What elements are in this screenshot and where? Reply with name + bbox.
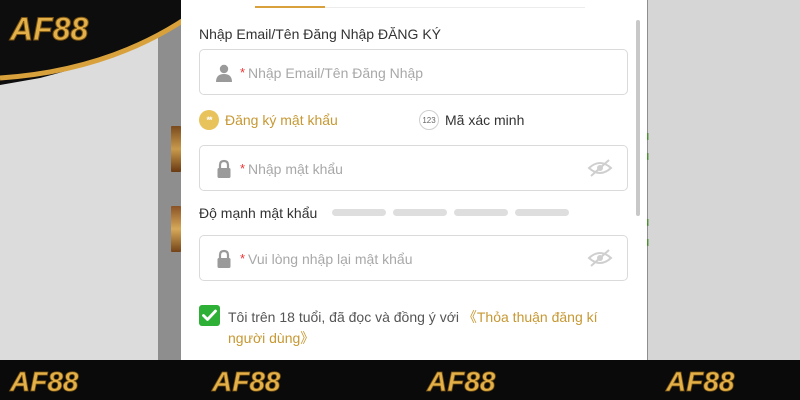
active-tab-indicator — [255, 6, 325, 8]
logo-text: AF88 — [426, 366, 496, 397]
background-right — [648, 0, 800, 360]
password-field[interactable]: * Nhập mật khẩu — [199, 145, 628, 191]
brand-logo: AF88 — [426, 366, 497, 397]
brand-logo: AF88 — [665, 366, 736, 397]
game-thumbnail — [171, 126, 181, 172]
game-thumbnail — [171, 206, 181, 252]
logo-text: AF88 — [9, 366, 79, 397]
register-modal: Nhập Email/Tên Đăng Nhập ĐĂNG KÝ * Nhập … — [181, 0, 647, 360]
strength-segment — [515, 209, 569, 216]
brand-logo: AF88 — [9, 366, 80, 397]
required-mark: * — [240, 251, 246, 266]
logo-text: AF88 — [665, 366, 735, 397]
required-mark: * — [240, 161, 246, 176]
brand-logo: AF88 — [211, 366, 282, 397]
password-strength-label: Độ mạnh mật khẩu — [199, 205, 318, 221]
verification-code-icon: 123 — [419, 110, 439, 130]
eye-slash-icon[interactable] — [587, 248, 613, 268]
lock-icon — [217, 249, 231, 268]
modal-scrollbar[interactable] — [636, 20, 640, 216]
checkmark-icon — [202, 309, 217, 321]
logo-text: AF88 — [211, 366, 281, 397]
username-placeholder: Nhập Email/Tên Đăng Nhập — [248, 65, 424, 81]
strength-segment — [393, 209, 447, 216]
brand-band: AF88 AF88 AF88 AF88 — [0, 360, 800, 400]
confirm-password-field[interactable]: * Vui lòng nhập lại mật khẩu — [199, 235, 628, 281]
tab-divider — [325, 7, 585, 8]
strength-segment — [332, 209, 386, 216]
register-password-label: Đăng ký mật khẩu — [225, 112, 338, 128]
verification-code-option[interactable]: 123 Mã xác minh — [419, 110, 524, 130]
svg-text:AF88: AF88 — [9, 11, 88, 47]
verification-code-label: Mã xác minh — [445, 112, 525, 128]
user-icon — [216, 64, 232, 82]
eye-slash-icon[interactable] — [587, 158, 613, 178]
agreement-checkbox[interactable] — [199, 305, 220, 326]
register-password-option[interactable]: ** Đăng ký mật khẩu — [199, 110, 338, 130]
username-field[interactable]: * Nhập Email/Tên Đăng Nhập — [199, 49, 628, 95]
lock-icon — [217, 159, 231, 178]
password-mode-icon: ** — [199, 110, 219, 130]
form-heading: Nhập Email/Tên Đăng Nhập ĐĂNG KÝ — [199, 26, 441, 42]
password-placeholder: Nhập mật khẩu — [248, 161, 343, 177]
agreement-text: Tôi trên 18 tuổi, đã đọc và đồng ý với 《… — [228, 307, 628, 349]
strength-segment — [454, 209, 508, 216]
agreement-statement: Tôi trên 18 tuổi, đã đọc và đồng ý với — [228, 309, 463, 325]
confirm-password-placeholder: Vui lòng nhập lại mật khẩu — [248, 251, 413, 267]
required-mark: * — [240, 65, 246, 80]
